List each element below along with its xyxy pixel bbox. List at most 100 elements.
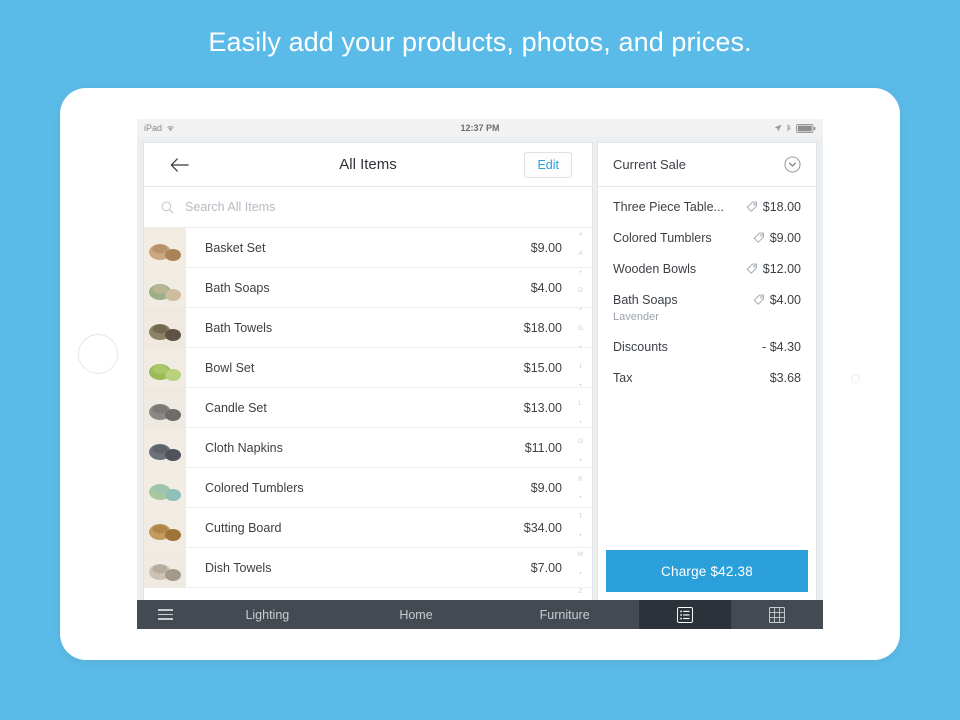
item-list[interactable]: Basket Set $9.00 Bath Soaps $4.00 Bath Towel… [144,228,592,600]
cart-line-item[interactable]: Three Piece Table... $18.00 [598,189,816,220]
item-row[interactable]: Bath Soaps $4.00 [144,267,592,308]
item-row[interactable]: Basket Set $9.00 [144,228,592,268]
cart-line-amount: $4.00 [769,293,801,307]
cutting-board-thumbnail [144,507,186,548]
alpha-index-entry[interactable]: L [579,401,583,408]
status-bar-time: 12:37 PM [460,123,500,133]
home-button[interactable] [78,334,118,374]
back-arrow-icon[interactable] [166,152,192,178]
ios-status-bar: iPad 12:37 PM [137,119,823,137]
item-row[interactable]: Cloth Napkins $11.00 [144,427,592,468]
cart-line-item[interactable]: Wooden Bowls $12.00 [598,251,816,282]
battery-icon [796,123,816,133]
alpha-index-entry[interactable]: D [578,288,583,295]
cart-line-amount: $12.00 [762,262,801,276]
cart-line-variant: Lavender [613,311,659,323]
dish-towels-thumbnail [144,547,186,588]
navigation-bar: All Items Edit [144,143,592,187]
cart-line-name: Bath Soaps [613,293,678,307]
page-title: Easily add your products, photos, and pr… [208,27,752,57]
cloth-napkins-thumbnail [144,427,186,468]
basket-set-thumbnail [144,228,186,268]
tab-home[interactable]: Home [342,600,491,629]
alpha-index-entry[interactable]: W [577,551,583,559]
charge-button-area: Charge $42.38 [598,550,816,600]
alpha-index-entry[interactable]: Z [579,589,583,596]
alpha-index-entry[interactable]: • [579,495,581,502]
bath-soaps-thumbnail [144,267,186,308]
cart-line-amount: - $4.30 [762,340,801,354]
chevron-down-circle-icon[interactable] [784,156,801,173]
current-sale-lines: Three Piece Table... $18.00 Colored Tumble… [598,187,816,550]
cart-line-label: Tax [613,371,770,385]
tab-lighting[interactable]: Lighting [193,600,342,629]
hamburger-menu-icon[interactable] [137,600,193,629]
alpha-index-entry[interactable]: G [578,326,583,333]
cart-line-amount-group: $4.00 [753,293,801,307]
cart-line-amount-group: $18.00 [746,200,801,214]
item-name: Bath Soaps [205,280,270,295]
list-view-icon[interactable] [639,600,732,629]
alpha-index-entry[interactable]: • [579,457,581,465]
item-row[interactable]: Dish Towels $7.00 [144,547,592,588]
cart-line-name: Colored Tumblers [613,231,712,245]
cart-line-amount-group: - $4.30 [762,340,801,354]
item-name: Cutting Board [205,520,282,535]
search-icon [161,201,174,214]
location-arrow-icon [774,124,782,132]
cart-line-amount-group: $12.00 [746,262,801,276]
tab-furniture[interactable]: Furniture [490,600,639,629]
cart-line-amount: $3.68 [769,371,801,385]
cart-line-label: Discounts [613,340,762,354]
search-bar[interactable]: Search All Items [144,187,592,228]
alpha-index-entry[interactable]: I [580,363,582,371]
ipad-screen: iPad 12:37 PM All Items Edit Search All … [137,119,823,629]
alpha-index-entry[interactable]: R [578,476,583,484]
item-row[interactable]: Bath Towels $18.00 [144,307,592,348]
cart-line-item[interactable]: Bath Soaps Lavender $4.00 [598,282,816,329]
ipad-device-frame: iPad 12:37 PM All Items Edit Search All … [60,88,900,660]
alpha-index-entry[interactable]: • [579,269,581,277]
candle-set-thumbnail [144,387,186,428]
cart-line-item[interactable]: Tax $3.68 [598,360,816,391]
alpha-index-entry[interactable]: A [578,250,582,258]
grid-view-icon[interactable] [731,600,823,629]
colored-tumblers-thumbnail [144,467,186,508]
cart-line-amount-group: $9.00 [753,231,801,245]
alpha-index-entry[interactable]: T [579,514,583,521]
charge-button[interactable]: Charge $42.38 [606,550,808,592]
cart-line-label: Bath Soaps Lavender [613,293,753,323]
price-tag-icon [753,294,765,306]
alpha-index-entry[interactable]: # [579,231,583,239]
price-tag-icon [746,263,758,275]
item-row[interactable]: Candle Set $13.00 [144,387,592,428]
search-input[interactable]: Search All Items [185,200,275,214]
status-bar-right [774,123,816,133]
alpha-index-entry[interactable]: • [579,420,581,427]
item-name: Basket Set [205,240,266,255]
cart-line-amount: $18.00 [762,200,801,214]
item-name: Bath Towels [205,320,273,335]
cart-line-label: Colored Tumblers [613,231,753,245]
edit-button[interactable]: Edit [524,151,572,178]
item-row[interactable]: Bowl Set $15.00 [144,347,592,388]
cart-line-name: Wooden Bowls [613,262,697,276]
item-row[interactable]: Colored Tumblers $9.00 [144,467,592,508]
alpha-index-entry[interactable]: • [579,382,581,390]
item-name: Cloth Napkins [205,440,283,455]
item-name: Bowl Set [205,360,255,375]
alphabet-index[interactable]: # A • D • G • I • L • O • R • T • W • Z [574,231,587,596]
item-name: Candle Set [205,400,267,415]
alpha-index-entry[interactable]: O [578,438,583,446]
current-sale-header: Current Sale [598,143,816,187]
cart-line-item[interactable]: Colored Tumblers $9.00 [598,220,816,251]
alpha-index-entry[interactable]: • [579,307,581,314]
alpha-index-entry[interactable]: • [579,570,581,578]
item-row[interactable]: Cutting Board $34.00 [144,507,592,548]
alpha-index-entry[interactable]: • [579,532,581,540]
cart-line-item[interactable]: Discounts - $4.30 [598,329,816,360]
alpha-index-entry[interactable]: • [579,344,581,352]
screenshot-root: Easily add your products, photos, and pr… [0,0,960,720]
price-tag-icon [753,232,765,244]
front-camera-icon [851,374,860,383]
